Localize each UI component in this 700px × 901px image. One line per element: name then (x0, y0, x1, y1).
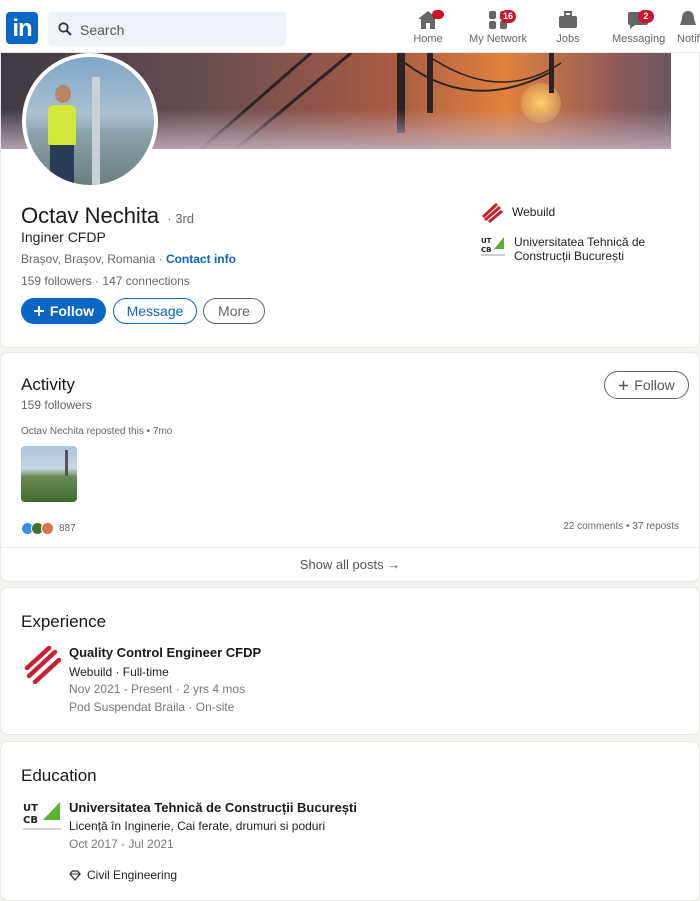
profile-avatar[interactable] (22, 53, 158, 189)
network-badge: 16 (500, 10, 516, 23)
thumbnail-tower (65, 450, 68, 476)
education-card: Education UT CB Universitatea Tehnică de… (0, 741, 700, 901)
plus-icon (33, 306, 44, 316)
message-button[interactable]: Message (113, 298, 197, 324)
notifications-icon (680, 11, 696, 25)
diamond-icon (69, 869, 81, 881)
webuild-logo-icon (24, 645, 61, 684)
more-button-label: More (218, 303, 250, 319)
love-reaction-icon (41, 522, 54, 535)
education-skill[interactable]: Civil Engineering (69, 868, 177, 882)
svg-text:UT: UT (481, 237, 492, 245)
activity-follow-label: Follow (634, 377, 675, 393)
education-title: Education (21, 766, 97, 785)
activity-followers: 159 followers (21, 398, 92, 412)
connections-count[interactable]: 147 connections (102, 274, 189, 288)
connection-degree: · 3rd (167, 211, 195, 226)
post-reactions[interactable]: 887 (21, 522, 76, 535)
nav-my-network[interactable]: 16 My Network (468, 8, 528, 52)
avatar-head (55, 85, 71, 103)
profile-stats: 159 followers · 147 connections (21, 274, 190, 288)
experience-dates: Nov 2021 - Present · 2 yrs 4 mos (69, 682, 246, 696)
jobs-icon (559, 11, 577, 28)
activity-title: Activity (21, 375, 75, 394)
nav-my-network-label: My Network (468, 33, 528, 45)
education-skill-label: Civil Engineering (87, 868, 178, 882)
experience-location: Pod Suspendat Braila · On-site (69, 700, 235, 714)
avatar-pylon (92, 77, 100, 185)
nav-notifications-label: Notif (677, 33, 700, 45)
education-dates: Oct 2017 - Jul 2021 (69, 837, 174, 851)
follow-button-label: Follow (49, 303, 95, 319)
svg-text:UT: UT (23, 803, 38, 814)
banner-edge (671, 53, 699, 149)
profile-name-row: Octav Nechita · 3rd (21, 203, 194, 229)
profile-location: Brașov, Brașov, Romania · (21, 252, 166, 266)
activity-follow-button[interactable]: Follow (604, 371, 689, 399)
message-button-label: Message (126, 303, 184, 319)
experience-card: Experience Quality Control Engineer CFDP… (0, 587, 700, 735)
search-box[interactable] (48, 12, 286, 48)
more-button[interactable]: More (203, 298, 265, 324)
experience-role[interactable]: Quality Control Engineer CFDP (69, 645, 261, 660)
org-utcb[interactable]: UT CB Universitatea Tehnică de Construcț… (481, 235, 674, 263)
org-utcb-name: Universitatea Tehnică de Construcții Buc… (514, 235, 646, 263)
followers-count[interactable]: 159 followers (21, 274, 92, 288)
linkedin-logo[interactable]: in (6, 12, 38, 44)
comments-reposts[interactable]: 22 comments • 37 reposts (563, 521, 679, 532)
follow-button[interactable]: Follow (21, 298, 106, 324)
nav-notifications[interactable]: Notif (677, 8, 700, 52)
utcb-logo-icon: UT CB (481, 237, 505, 256)
education-school[interactable]: Universitatea Tehnică de Construcții Buc… (69, 800, 357, 815)
svg-text:CB: CB (481, 246, 491, 254)
reaction-count: 887 (59, 523, 76, 534)
svg-text:CB: CB (23, 815, 38, 826)
experience-company: Webuild · Full-time (69, 665, 169, 679)
plus-icon (619, 380, 629, 390)
profile-card: Octav Nechita · 3rd Inginer CFDP Brașov,… (0, 52, 700, 348)
webuild-logo-icon (481, 201, 503, 223)
experience-title: Experience (21, 612, 107, 631)
profile-headline: Inginer CFDP (21, 229, 106, 245)
nav-messaging[interactable]: 2 Messaging (612, 8, 666, 52)
search-input[interactable] (78, 12, 282, 48)
messaging-badge: 2 (638, 10, 654, 23)
show-all-posts-link[interactable]: Show all posts → (1, 547, 699, 581)
education-degree: Licență în Inginerie, Cai ferate, drumur… (69, 819, 326, 833)
nav-home-label: Home (413, 33, 443, 45)
nav-jobs-label: Jobs (556, 33, 580, 45)
org-webuild[interactable]: Webuild (481, 201, 555, 223)
contact-info-link[interactable]: Contact info (166, 252, 236, 266)
nav-jobs[interactable]: Jobs (554, 8, 582, 52)
repost-line: Octav Nechita reposted this • 7mo (21, 426, 173, 437)
activity-card: Activity 159 followers Follow Octav Nech… (0, 352, 700, 582)
avatar-vest (48, 105, 76, 145)
post-thumbnail[interactable] (21, 446, 77, 502)
nav-messaging-label: Messaging (612, 33, 666, 45)
search-icon (58, 22, 72, 36)
utcb-logo-icon: UT CB (23, 802, 61, 830)
stats-separator: · (91, 274, 103, 288)
profile-location-row: Brașov, Brașov, Romania · Contact info (21, 252, 236, 266)
org-webuild-name: Webuild (512, 205, 556, 219)
avatar-legs (50, 145, 74, 185)
profile-name: Octav Nechita (21, 203, 160, 228)
nav-home[interactable]: Home (410, 8, 446, 52)
home-badge (432, 10, 444, 19)
top-navigation: in Home 16 My Network (0, 0, 700, 53)
